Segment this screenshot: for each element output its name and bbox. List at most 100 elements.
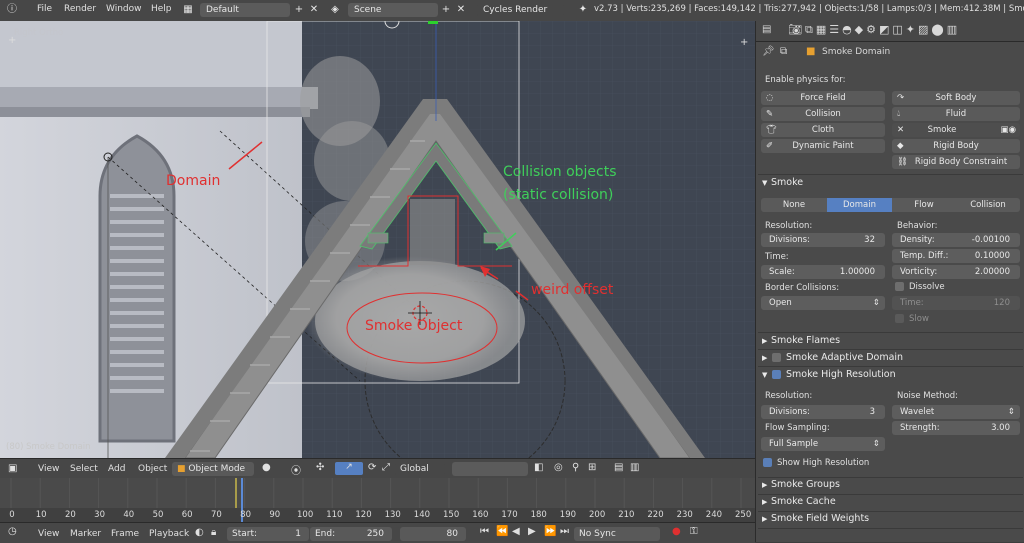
slow-checkbox[interactable] xyxy=(895,314,904,323)
layer-buttons[interactable] xyxy=(452,462,528,476)
add-layout-icon[interactable]: + xyxy=(291,3,307,17)
menu-select[interactable]: Select xyxy=(70,464,98,474)
preview-range-icon[interactable]: ◐ xyxy=(195,527,204,538)
fluid-button[interactable]: 💧︎ Fluid xyxy=(892,107,1020,121)
add-scene-icon[interactable]: + xyxy=(438,3,454,17)
next-keyframe-icon[interactable]: ⏩ xyxy=(544,526,556,537)
play-reverse-icon[interactable]: ◀ xyxy=(512,526,520,537)
smoke-button[interactable]: ✕ Smoke ▣◉ xyxy=(892,123,1020,137)
temp-diff-field[interactable]: Temp. Diff.: 0.10000 xyxy=(892,249,1020,263)
render-engine-select[interactable]: Cycles Render xyxy=(477,3,564,17)
tab-none[interactable]: None xyxy=(761,198,827,212)
proportional-edit-icon[interactable]: ◎ xyxy=(554,462,563,473)
cloth-button[interactable]: 👕︎ Cloth xyxy=(761,123,885,137)
force-field-button[interactable]: ◌ Force Field xyxy=(761,91,885,105)
smoke-highres-header[interactable]: ▼ Smoke High Resolution xyxy=(756,367,1024,383)
pin-icon[interactable]: 📌︎ xyxy=(762,46,775,57)
menu-file[interactable]: File xyxy=(37,4,52,14)
screen-layout-icon[interactable]: ▦ xyxy=(180,3,196,17)
toolshelf-toggle-icon[interactable]: + xyxy=(8,35,16,46)
collision-button[interactable]: ✎ Collision xyxy=(761,107,885,121)
menu-view[interactable]: View xyxy=(38,464,59,474)
pivot-icon[interactable]: ⦿ xyxy=(291,462,301,477)
border-collisions-select[interactable]: Open ⇕ xyxy=(761,296,885,310)
record-icon[interactable]: ● xyxy=(672,526,681,537)
smoke-field-weights-header[interactable]: ▶ Smoke Field Weights xyxy=(756,511,1024,527)
tl-menu-marker[interactable]: Marker xyxy=(70,529,101,539)
end-frame-field[interactable]: End: 250 xyxy=(310,527,392,541)
tl-menu-frame[interactable]: Frame xyxy=(111,529,139,539)
3d-viewport[interactable]: Right Ortho + + Domain Collision objects… xyxy=(0,21,755,458)
snap-icon[interactable]: ⚲ xyxy=(572,462,579,473)
timeline-track xyxy=(0,478,755,522)
jump-start-icon[interactable]: ⏮ xyxy=(480,526,489,537)
remove-layout-icon[interactable]: ✕ xyxy=(306,3,322,17)
tl-menu-playback[interactable]: Playback xyxy=(149,529,189,539)
menu-help[interactable]: Help xyxy=(151,4,172,14)
soft-body-button[interactable]: ↷ Soft Body xyxy=(892,91,1020,105)
tab-collision[interactable]: Collision xyxy=(956,198,1020,212)
smoke-adaptive-header[interactable]: ▶ Smoke Adaptive Domain xyxy=(756,350,1024,366)
lock-range-icon[interactable]: 🔒︎ xyxy=(211,527,216,538)
tl-menu-view[interactable]: View xyxy=(38,529,59,539)
layer-lock-icon[interactable]: ◧ xyxy=(534,462,543,473)
render-anim-icon[interactable]: ▥ xyxy=(630,462,639,473)
orientation-select[interactable]: Global xyxy=(395,462,445,476)
snap-element-icon[interactable]: ⊞ xyxy=(588,462,596,473)
render-icon[interactable]: ▤ xyxy=(614,462,623,473)
noise-method-select[interactable]: Wavelet ⇕ xyxy=(892,405,1020,419)
timeline-tick-label: 100 xyxy=(297,510,314,520)
timeline-editor-icon[interactable]: ◷ xyxy=(8,526,17,537)
tab-domain[interactable]: Domain xyxy=(827,198,892,212)
smoke-panel-header[interactable]: ▼ Smoke xyxy=(756,175,1024,191)
strength-field[interactable]: Strength: 3.00 xyxy=(892,421,1020,435)
dissolve-time-field[interactable]: Time: 120 xyxy=(892,296,1020,310)
rotate-manipulator-icon[interactable]: ⟳ xyxy=(368,462,376,473)
timeline-area[interactable]: 0 10 20 30 40 50 60 70 80 90 100 110 120 130 140 150 160… xyxy=(0,478,755,522)
prev-keyframe-icon[interactable]: ⏪ xyxy=(496,526,508,537)
info-icon[interactable]: ⓘ xyxy=(4,3,20,17)
context-tabs[interactable]: 📷︎⧉▦☰◓◆⚙◩◫✦▨⬤▥ xyxy=(788,23,960,37)
menu-add[interactable]: Add xyxy=(108,464,125,474)
tab-flow[interactable]: Flow xyxy=(892,198,956,212)
flow-sampling-select[interactable]: Full Sample ⇕ xyxy=(761,437,885,451)
mode-select[interactable]: ■ Object Mode xyxy=(172,462,254,476)
keying-set-icon[interactable]: ⚿ xyxy=(690,526,698,537)
fluid-icon: 💧︎ xyxy=(897,109,901,119)
dissolve-checkbox[interactable] xyxy=(895,282,904,291)
editor-type-icon[interactable]: ▣ xyxy=(8,463,17,474)
manipulator-icon[interactable]: ✣ xyxy=(316,462,324,473)
adaptive-domain-checkbox[interactable] xyxy=(772,353,781,362)
jump-end-icon[interactable]: ⏭ xyxy=(560,526,569,537)
play-icon[interactable]: ▶ xyxy=(528,526,536,537)
timeline-header: ◷ View Marker Frame Playback ◐ 🔒︎ Start:… xyxy=(0,522,755,543)
rigid-body-button[interactable]: ◆ Rigid Body xyxy=(892,139,1020,153)
rigid-body-constraint-button[interactable]: ⛓︎ Rigid Body Constraint xyxy=(892,155,1020,169)
current-frame-field[interactable]: 80 xyxy=(400,527,466,541)
smoke-visibility-icons[interactable]: ▣◉ xyxy=(1001,123,1016,137)
scale-field[interactable]: Scale: 1.00000 xyxy=(761,265,885,279)
smoke-cache-header[interactable]: ▶ Smoke Cache xyxy=(756,494,1024,510)
show-highres-checkbox[interactable] xyxy=(763,458,772,467)
sync-select[interactable]: No Sync xyxy=(574,527,660,541)
shading-icon[interactable]: ● xyxy=(262,462,271,473)
start-frame-field[interactable]: Start: 1 xyxy=(227,527,309,541)
dynamic-paint-button[interactable]: ✐ Dynamic Paint xyxy=(761,139,885,153)
smoke-flames-header[interactable]: ▶ Smoke Flames xyxy=(756,333,1024,349)
vorticity-field[interactable]: Vorticity: 2.00000 xyxy=(892,265,1020,279)
transform-manipulator-icon[interactable]: ↗ xyxy=(335,462,363,475)
scene-select[interactable]: Scene xyxy=(348,3,438,17)
properties-editor-icon[interactable]: ▤ xyxy=(762,24,771,35)
density-field[interactable]: Density: -0.00100 xyxy=(892,233,1020,247)
layout-select[interactable]: Default xyxy=(200,3,290,17)
high-resolution-checkbox[interactable] xyxy=(772,370,781,379)
scale-manipulator-icon[interactable]: ⤢ xyxy=(382,462,390,473)
highres-divisions-field[interactable]: Divisions: 3 xyxy=(761,405,885,419)
divisions-field[interactable]: Divisions: 32 xyxy=(761,233,885,247)
add-region-icon[interactable]: + xyxy=(740,37,748,48)
menu-render[interactable]: Render xyxy=(64,4,96,14)
menu-window[interactable]: Window xyxy=(106,4,142,14)
smoke-groups-header[interactable]: ▶ Smoke Groups xyxy=(756,477,1024,493)
menu-object[interactable]: Object xyxy=(138,464,167,474)
remove-scene-icon[interactable]: ✕ xyxy=(453,3,469,17)
